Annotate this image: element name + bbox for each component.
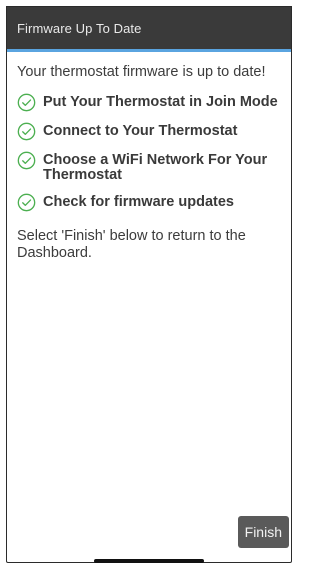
step-label: Connect to Your Thermostat [43, 123, 238, 139]
step-list: Put Your Thermostat in Join Mode Connect… [17, 93, 283, 212]
status-message: Your thermostat firmware is up to date! [17, 64, 266, 80]
finish-button[interactable]: Finish [237, 516, 289, 548]
step-item: Connect to Your Thermostat [17, 122, 283, 141]
app-window: Firmware Up To Date Your thermostat firm… [6, 6, 292, 563]
home-indicator [94, 559, 204, 563]
main-content: Your thermostat firmware is up to date! … [7, 52, 291, 262]
check-circle-icon [17, 93, 36, 112]
step-item: Choose a WiFi Network For Your Thermosta… [17, 151, 283, 183]
check-circle-icon [17, 151, 36, 170]
page-title: Firmware Up To Date [17, 20, 142, 36]
step-item: Check for firmware updates [17, 193, 283, 212]
screen: Firmware Up To Date Your thermostat firm… [0, 0, 298, 567]
instruction-text: Select 'Finish' below to return to the D… [17, 228, 246, 261]
check-circle-icon [17, 122, 36, 141]
step-label: Choose a WiFi Network For Your Thermosta… [43, 152, 268, 183]
header-bar: Firmware Up To Date [7, 7, 291, 52]
step-item: Put Your Thermostat in Join Mode [17, 93, 283, 112]
check-circle-icon [17, 193, 36, 212]
step-label: Put Your Thermostat in Join Mode [43, 94, 278, 110]
step-label: Check for firmware updates [43, 194, 234, 210]
